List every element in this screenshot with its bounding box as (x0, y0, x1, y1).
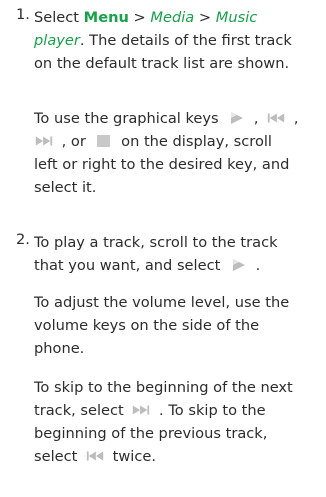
media-link: Media (150, 9, 195, 26)
previous-track-icon (86, 451, 104, 461)
text: on the default track list are shown. (34, 55, 290, 72)
text: left or right to the desired key, and (34, 156, 290, 173)
text: track, select (34, 402, 124, 419)
skip-paragraph: To skip to the beginning of the next tra… (34, 376, 324, 468)
text: twice. (108, 448, 157, 465)
text: , (249, 110, 259, 127)
text: phone. (34, 340, 85, 357)
step-1-text: Select Menu > Media > Music player. The … (34, 6, 324, 75)
text: , (289, 110, 299, 127)
player-link: player (34, 32, 80, 49)
volume-paragraph: To adjust the volume level, use the volu… (34, 291, 324, 360)
graphical-keys-paragraph: To use the graphical keys , , , or on th… (34, 107, 324, 199)
text: select it. (34, 179, 97, 196)
text: , or (57, 133, 86, 150)
menu-link: Menu (83, 9, 129, 26)
text: To adjust the volume level, use the (34, 294, 290, 311)
next-track-icon (133, 405, 150, 415)
text: Select (34, 9, 84, 26)
text: > (128, 9, 151, 26)
text: beginning of the previous track, (34, 425, 268, 442)
step-number: 2. (16, 231, 30, 248)
text: on the display, scroll (116, 133, 272, 150)
play-icon (232, 259, 245, 271)
music-link: Music (215, 9, 258, 26)
text: volume keys on the side of the (34, 317, 260, 334)
step-2-text: To play a track, scroll to the track tha… (34, 231, 324, 277)
text: select (34, 448, 78, 465)
step-number: 1. (16, 6, 30, 23)
text: To skip to the beginning of the next (34, 379, 293, 396)
text: . To skip to the (154, 402, 266, 419)
previous-track-icon (268, 113, 285, 123)
stop-icon (96, 135, 110, 147)
text: that you want, and select (34, 257, 221, 274)
text: > (194, 9, 216, 26)
text: To use the graphical keys (34, 110, 219, 127)
text: . The details of the first track (79, 32, 292, 49)
text: . (250, 257, 261, 274)
play-icon (231, 112, 244, 124)
next-track-icon (35, 136, 53, 146)
text: To play a track, scroll to the track (34, 234, 278, 251)
